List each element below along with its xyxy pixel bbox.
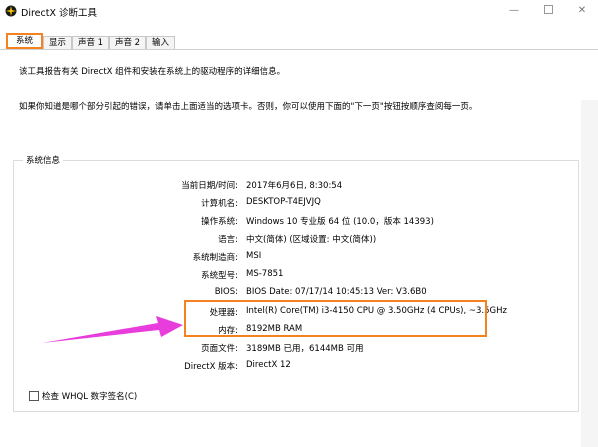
tab-sound-2[interactable]: 声音 2 [109, 36, 146, 49]
info-value: MSI [246, 251, 262, 261]
vertical-scrollbar[interactable] [581, 100, 598, 447]
tab-label: 声音 1 [77, 38, 104, 48]
info-row-directx: DirectX 版本: DirectX 12 [14, 360, 454, 374]
tab-system[interactable]: 系统 [6, 33, 43, 49]
whql-checkbox[interactable] [29, 391, 39, 401]
minimize-button[interactable]: — [497, 0, 531, 22]
info-value: DESKTOP-T4EJVJQ [246, 197, 321, 207]
info-label: 操作系统: [201, 217, 238, 227]
pointer-arrow-icon [42, 316, 183, 343]
close-icon: ✕ [577, 5, 587, 16]
tab-sound-1[interactable]: 声音 1 [72, 36, 109, 49]
info-row-os: 操作系统: Windows 10 专业版 64 位 (10.0，版本 14393… [14, 215, 454, 229]
close-button[interactable]: ✕ [565, 0, 598, 22]
info-row-datetime: 当前日期/时间: 2017年6月6日, 8:30:54 [14, 179, 454, 193]
tab-label: 系统 [15, 36, 33, 46]
directx-icon [5, 5, 17, 17]
highlight-box [184, 300, 487, 337]
maximize-icon [543, 4, 553, 14]
info-label: BIOS: [214, 287, 238, 297]
group-title: 系统信息 [23, 154, 64, 166]
system-info-group: 系统信息 当前日期/时间: 2017年6月6日, 8:30:54 计算机名: D… [13, 154, 579, 412]
tab-display[interactable]: 显示 [43, 36, 72, 49]
minimize-icon: — [509, 5, 519, 16]
whql-checkbox-label: 检查 WHQL 数字签名(C) [42, 392, 138, 402]
info-value: 3189MB 已用，6144MB 可用 [246, 344, 364, 354]
window-title: DirectX 诊断工具 [21, 8, 97, 19]
info-row-manufacturer: 系统制造商: MSI [14, 251, 454, 265]
info-row-model: 系统型号: MS-7851 [14, 269, 454, 283]
info-label: 计算机名: [201, 199, 238, 209]
tab-label: 声音 2 [114, 38, 141, 48]
tab-input[interactable]: 输入 [146, 36, 175, 49]
info-label: 系统制造商: [192, 253, 238, 263]
title-bar: DirectX 诊断工具 — ✕ [0, 0, 598, 22]
info-row-language: 语言: 中文(简体) (区域设置: 中文(简体)) [14, 233, 454, 247]
info-value: Windows 10 专业版 64 位 (10.0，版本 14393) [246, 217, 434, 227]
whql-checkbox-row[interactable]: 检查 WHQL 数字签名(C) [29, 391, 159, 402]
tab-label: 显示 [48, 38, 66, 48]
info-value: 2017年6月6日, 8:30:54 [246, 181, 343, 191]
info-value: MS-7851 [246, 269, 284, 279]
intro-text: 该工具报告有关 DirectX 组件和安装在系统上的驱动程序的详细信息。 [19, 67, 286, 77]
info-label: 系统型号: [201, 271, 238, 281]
info-value: BIOS Date: 07/17/14 10:45:13 Ver: V3.6B0 [246, 287, 427, 297]
info-label: 语言: [218, 235, 238, 245]
info-value: DirectX 12 [246, 360, 291, 370]
info-row-bios: BIOS: BIOS Date: 07/17/14 10:45:13 Ver: … [14, 287, 454, 301]
tab-strip: 系统 显示 声音 1 声音 2 输入 [0, 22, 598, 50]
info-value: 中文(简体) (区域设置: 中文(简体)) [246, 235, 377, 245]
maximize-button[interactable] [531, 0, 565, 22]
info-row-computer-name: 计算机名: DESKTOP-T4EJVJQ [14, 197, 454, 211]
info-label: 当前日期/时间: [181, 181, 238, 191]
info-label: DirectX 版本: [184, 362, 238, 372]
tab-label: 输入 [151, 38, 169, 48]
intro-hint: 如果你知道是哪个部分引起的错误，请单击上面适当的选项卡。否则，你可以使用下面的"… [19, 102, 478, 112]
